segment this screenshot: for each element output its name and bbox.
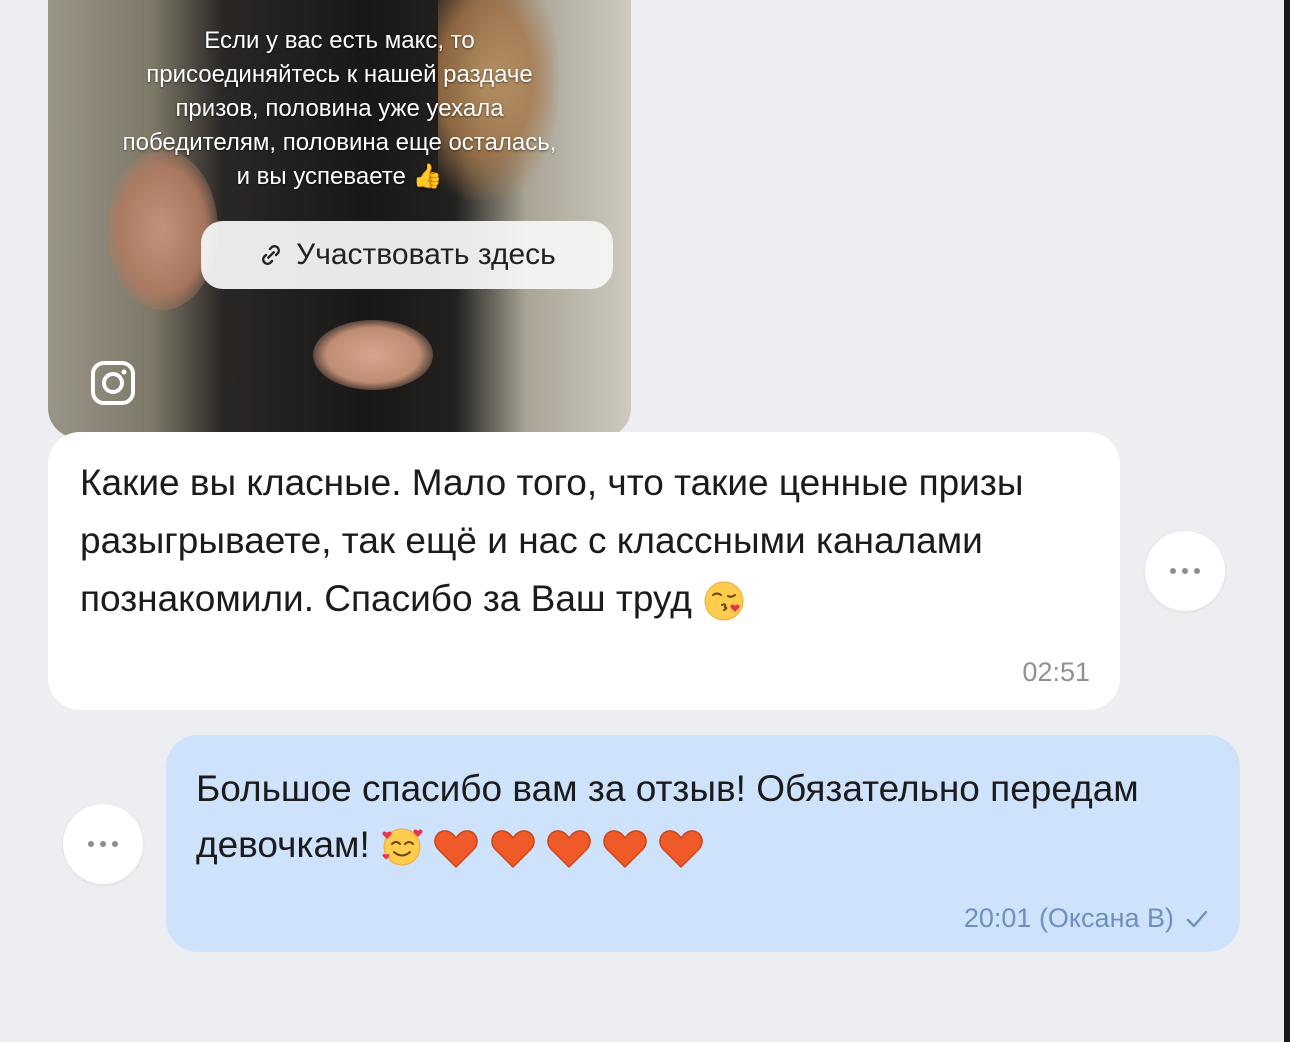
- more-dots-icon: [88, 841, 118, 847]
- heart-emoji-group: [434, 819, 705, 875]
- outgoing-message-bubble[interactable]: Большое спасибо вам за отзыв! Обязательн…: [166, 735, 1240, 952]
- heart-icon: [434, 830, 479, 869]
- message-time: 02:51: [1022, 657, 1090, 687]
- message-time-author: 20:01 (Оксана В): [963, 903, 1174, 933]
- screen-edge: [1284, 0, 1290, 1042]
- instagram-icon: [91, 361, 135, 405]
- incoming-message-text: Какие вы класные. Мало того, что такие ц…: [80, 454, 1090, 628]
- chat-view: Если у вас есть макс, то присоединяйтесь…: [0, 0, 1290, 1042]
- heart-icon: [659, 830, 704, 869]
- check-icon: [1186, 910, 1208, 927]
- caption-line: присоединяйтесь к нашей раздаче: [146, 61, 533, 88]
- media-caption: Если у вас есть макс, то присоединяйтесь…: [48, 24, 631, 194]
- more-dots-icon: [1170, 568, 1200, 574]
- message-meta: 20:01 (Оксана В): [964, 903, 1210, 934]
- caption-line: Если у вас есть макс, то: [204, 27, 475, 54]
- heart-icon: [603, 830, 647, 869]
- incoming-message-bubble[interactable]: Какие вы класные. Мало того, что такие ц…: [48, 432, 1120, 710]
- link-icon: [262, 245, 281, 265]
- caption-line: призов, половина уже уехала: [175, 95, 504, 122]
- media-preview[interactable]: Если у вас есть макс, то присоединяйтесь…: [48, 0, 631, 438]
- message-actions-button[interactable]: [1145, 531, 1225, 611]
- message-text: Какие вы класные. Мало того, что такие ц…: [80, 462, 1024, 619]
- heart-icon: [490, 830, 535, 869]
- heart-icon: [547, 830, 591, 869]
- participate-label: Участвовать здесь: [296, 238, 556, 271]
- caption-line: победителям, половина еще осталась,: [122, 129, 557, 156]
- kiss-emoji-icon: [704, 581, 744, 621]
- message-actions-button[interactable]: [63, 804, 143, 884]
- smiling-face-with-hearts-icon: [382, 828, 423, 866]
- caption-line: и вы успеваете 👍: [236, 163, 443, 190]
- participate-button[interactable]: Участвовать здесь: [201, 221, 613, 289]
- media-figure-hand: [313, 320, 433, 390]
- outgoing-message-text: Большое спасибо вам за отзыв! Обязательн…: [196, 761, 1210, 875]
